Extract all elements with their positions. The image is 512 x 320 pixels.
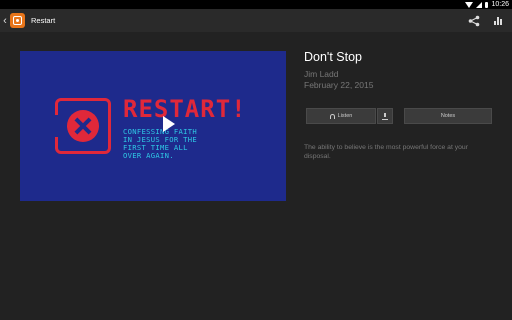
app-logo-icon[interactable] bbox=[10, 13, 25, 28]
video-subtitle: CONFESSING FAITH IN JESUS FOR THE FIRST … bbox=[123, 127, 198, 160]
app-actions bbox=[468, 15, 502, 27]
signal-icon bbox=[476, 1, 483, 8]
wifi-icon bbox=[465, 1, 474, 8]
notes-label: Notes bbox=[440, 113, 456, 119]
restart-logo-icon bbox=[52, 98, 111, 154]
headphones-icon bbox=[329, 113, 335, 119]
app-title: Restart bbox=[31, 16, 56, 25]
notes-button[interactable]: Notes bbox=[404, 108, 492, 124]
listen-label: Listen bbox=[337, 113, 353, 119]
play-icon[interactable] bbox=[163, 116, 175, 132]
sermon-description: The ability to believe is the most power… bbox=[304, 144, 468, 160]
app-bar: ‹ Restart bbox=[0, 9, 512, 32]
sermon-author: Jim Ladd bbox=[304, 69, 339, 79]
battery-icon bbox=[485, 1, 489, 8]
video-logo-text: RESTART! bbox=[123, 95, 247, 123]
x-mark-icon bbox=[67, 110, 99, 142]
sermon-title: Don't Stop bbox=[304, 50, 362, 64]
stats-icon[interactable] bbox=[494, 16, 502, 25]
status-bar: 10:26 bbox=[0, 0, 512, 9]
back-icon[interactable]: ‹ bbox=[1, 15, 9, 27]
sermon-date: February 22, 2015 bbox=[304, 80, 374, 90]
status-time: 10:26 bbox=[491, 1, 509, 8]
share-icon[interactable] bbox=[468, 15, 480, 27]
download-button[interactable] bbox=[377, 108, 393, 124]
listen-button[interactable]: Listen bbox=[306, 108, 376, 124]
download-icon bbox=[382, 112, 388, 120]
video-player[interactable]: RESTART! CONFESSING FAITH IN JESUS FOR T… bbox=[20, 51, 286, 201]
